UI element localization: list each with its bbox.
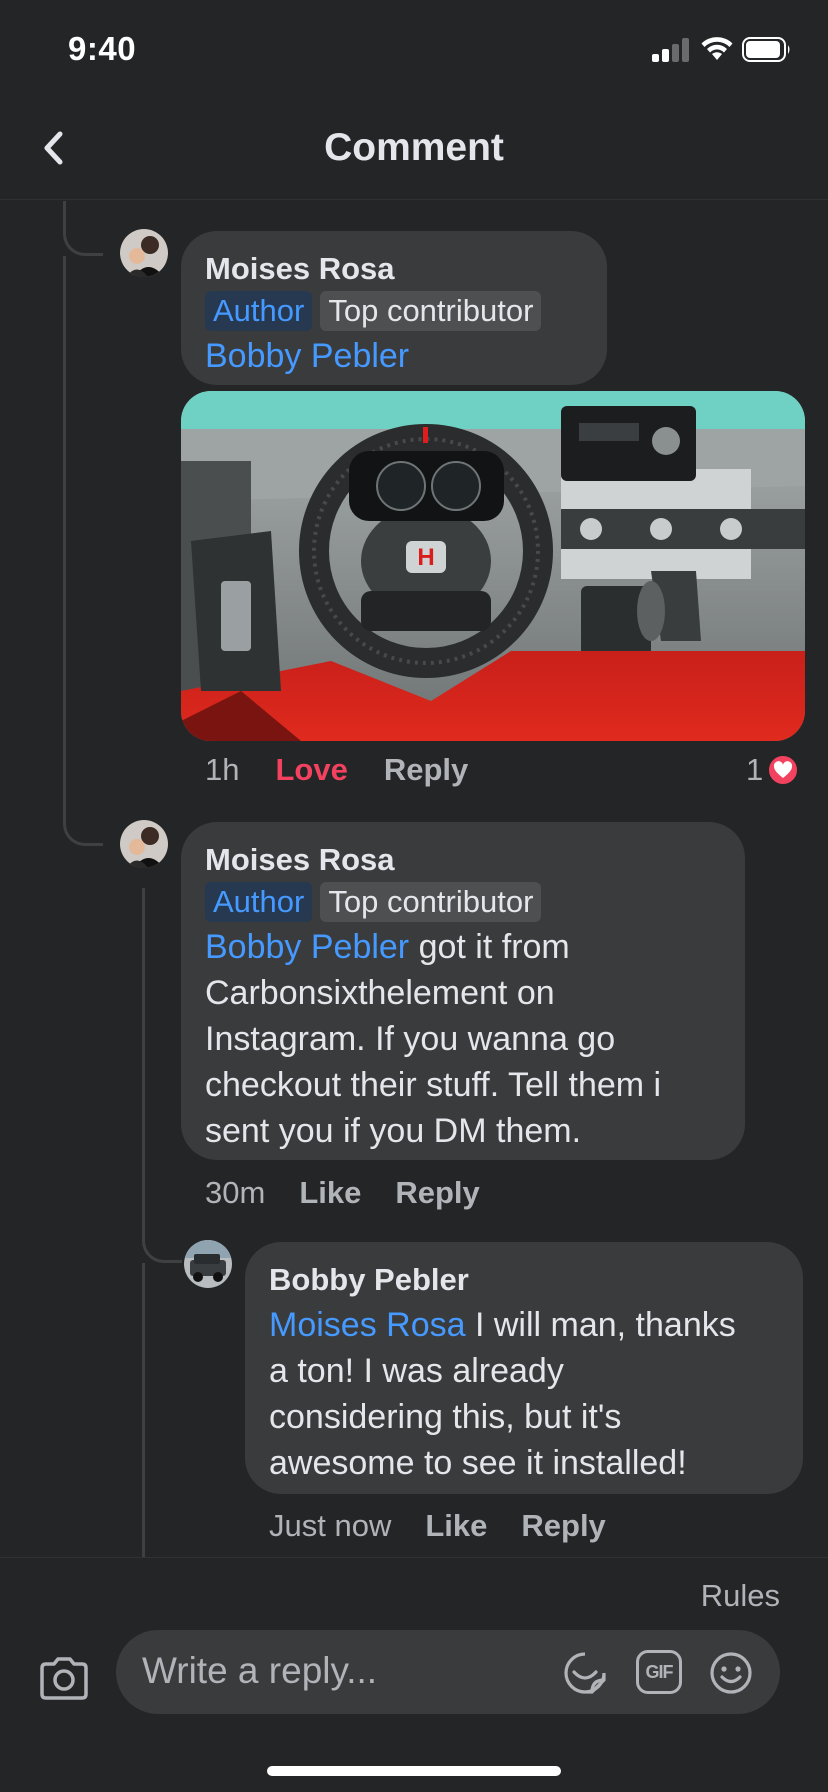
gif-label: GIF <box>645 1661 674 1682</box>
comment-author[interactable]: Moises Rosa <box>205 840 721 880</box>
svg-text:H: H <box>417 544 434 571</box>
mention-link[interactable]: Moises Rosa <box>269 1306 466 1344</box>
thread-line <box>142 888 182 1263</box>
like-button[interactable]: Like <box>425 1508 487 1544</box>
comment-actions: Just now Like Reply <box>269 1508 606 1544</box>
like-button[interactable]: Like <box>299 1175 361 1211</box>
comment-author[interactable]: Bobby Pebler <box>269 1260 779 1300</box>
cellular-signal-icon <box>652 38 690 62</box>
heart-reaction-icon <box>767 754 800 786</box>
reply-placeholder: Write a reply... <box>142 1650 378 1691</box>
reply-button[interactable]: Reply <box>521 1508 605 1544</box>
author-badge: Author <box>205 291 313 331</box>
header: Comment <box>0 100 828 200</box>
love-button[interactable]: Love <box>275 752 347 788</box>
sticker-icon[interactable] <box>562 1650 608 1696</box>
avatar[interactable] <box>184 1240 232 1288</box>
comment-photo[interactable]: H <box>181 391 805 741</box>
avatar[interactable] <box>120 820 168 868</box>
mention-link[interactable]: Bobby Pebler <box>205 928 409 966</box>
comment-text: Moises Rosa I will man, thanks a ton! I … <box>269 1306 736 1482</box>
camera-icon[interactable] <box>36 1650 92 1706</box>
reply-button[interactable]: Reply <box>395 1175 479 1211</box>
comment-actions: 1h Love Reply <box>205 752 468 788</box>
comment-actions: 30m Like Reply <box>205 1175 480 1211</box>
emoji-icon[interactable] <box>708 1650 754 1696</box>
comment-bubble: Moises Rosa Author Top contributor Bobby… <box>181 231 607 385</box>
wifi-icon <box>701 37 733 60</box>
avatar[interactable] <box>120 229 168 277</box>
comment-bubble: Bobby Pebler Moises Rosa I will man, tha… <box>245 1242 803 1494</box>
comment-time: 1h <box>205 752 240 787</box>
reaction-count[interactable]: 1 <box>746 752 800 788</box>
status-time: 9:40 <box>68 30 137 67</box>
page-title: Comment <box>324 126 504 169</box>
mention-link[interactable]: Bobby Pebler <box>205 337 409 375</box>
rules-link[interactable]: Rules <box>701 1578 780 1614</box>
reaction-count-value: 1 <box>746 752 764 787</box>
reply-button[interactable]: Reply <box>384 752 468 788</box>
reply-input[interactable]: Write a reply... GIF <box>116 1630 780 1714</box>
home-indicator[interactable] <box>267 1766 561 1776</box>
thread-line <box>142 1263 145 1557</box>
comment-text: Bobby Pebler <box>205 333 583 379</box>
top-contributor-badge: Top contributor <box>320 291 542 331</box>
top-contributor-badge: Top contributor <box>320 882 542 922</box>
comment-bubble: Moises Rosa Author Top contributor Bobby… <box>181 822 745 1160</box>
comment-time: 30m <box>205 1175 266 1210</box>
comment-text: Bobby Pebler got it from Carbonsixthelem… <box>205 928 662 1150</box>
reply-composer: Rules Write a reply... GIF <box>0 1557 828 1792</box>
thread-line <box>63 201 103 256</box>
comment-time: Just now <box>269 1508 392 1543</box>
thread-line <box>63 256 103 846</box>
gif-button[interactable]: GIF <box>636 1650 682 1694</box>
comment-author[interactable]: Moises Rosa <box>205 249 583 289</box>
battery-icon <box>742 37 790 62</box>
status-bar: 9:40 <box>0 0 828 100</box>
author-badge: Author <box>205 882 313 922</box>
